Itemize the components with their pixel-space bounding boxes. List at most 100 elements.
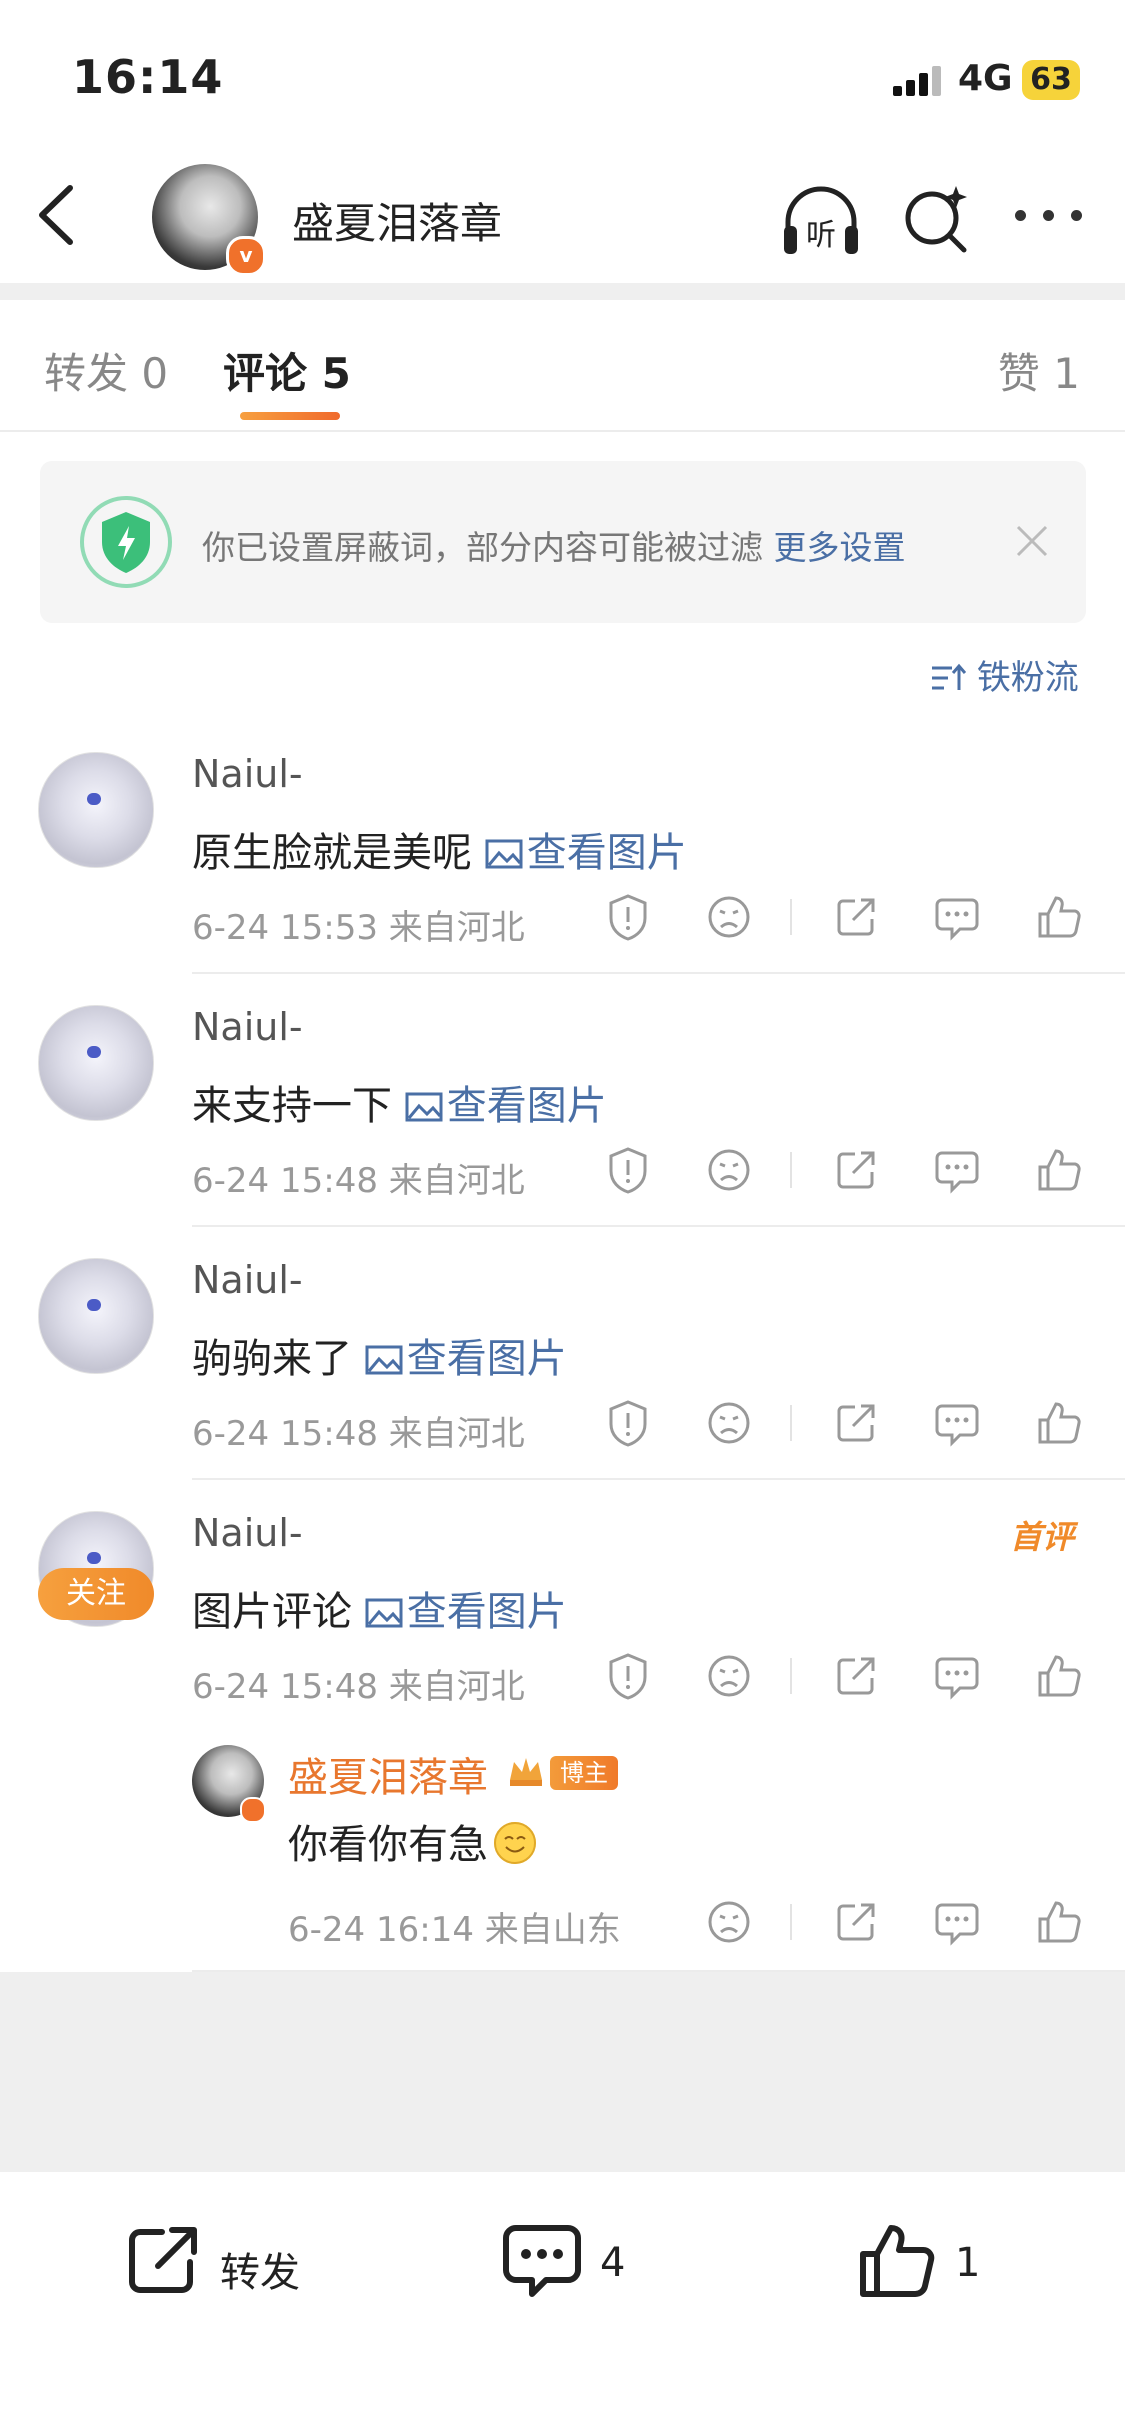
back-arrow-icon[interactable] [28,180,88,250]
commenter-avatar[interactable] [38,1005,154,1121]
action-separator [790,1904,792,1940]
comment-count: 4 [600,2240,626,2286]
battery-indicator: 63 [1022,60,1080,100]
reply-icon[interactable] [932,1398,982,1448]
status-time: 16:14 [72,50,224,104]
tab-comments[interactable]: 评论 5 [223,340,351,401]
active-tab-indicator [240,412,340,420]
filter-notice-banner: 你已设置屏蔽词，部分内容可能被过滤 更多设置 [40,461,1086,623]
reply-author-name[interactable]: 盛夏泪落章 [288,1745,488,1803]
commenter-name[interactable]: Naiul- [192,1258,303,1302]
action-separator [790,1152,792,1188]
comment-actions [0,1646,1125,1706]
commenter-name[interactable]: Naiul- [192,752,303,796]
report-icon[interactable] [603,1145,653,1195]
svg-text:听: 听 [806,218,836,253]
signal-icon [893,66,945,96]
share-icon[interactable] [831,1651,881,1701]
dislike-icon[interactable] [704,1651,754,1701]
commenter-avatar[interactable] [38,1258,154,1374]
share-icon[interactable] [831,892,881,942]
commenter-name[interactable]: Naiul- [192,1005,303,1049]
reply-icon[interactable] [932,1145,982,1195]
commenter-name[interactable]: Naiul- [192,1511,303,1555]
smile-emoji-icon [494,1822,536,1864]
listen-headphones-icon[interactable]: 听 [780,180,862,260]
follow-button[interactable]: 关注 [38,1568,154,1620]
tab-repost[interactable]: 转发 0 [44,340,168,401]
tab-bar: 转发 0 评论 5 赞 1 [0,300,1125,432]
reply-icon[interactable] [932,892,982,942]
comment-actions [0,1140,1125,1200]
host-badge: 博主 [550,1756,618,1790]
view-image-link[interactable]: 查看图片 [485,830,687,876]
report-icon[interactable] [603,1651,653,1701]
repost-button[interactable]: 转发 [122,2220,322,2310]
bottom-action-bar: 转发 4 1 [0,2172,1125,2436]
dislike-icon[interactable] [704,1897,754,1947]
divider [192,1225,1125,1227]
image-icon [365,1345,403,1375]
image-icon [365,1598,403,1628]
repost-label: 转发 [220,2250,300,2296]
crown-icon [510,1758,542,1786]
comment-text: 图片评论 查看图片 [192,1589,567,1635]
like-count: 1 [955,2240,981,2286]
action-separator [790,899,792,935]
like-icon[interactable] [1034,1651,1084,1701]
network-type: 4G [958,58,1013,99]
top-bar: v 盛夏泪落章 听 [0,150,1125,285]
comment-actions [0,1393,1125,1453]
commenter-avatar[interactable] [38,752,154,868]
share-icon[interactable] [831,1398,881,1448]
view-image-link[interactable]: 查看图片 [365,1589,567,1635]
more-options-icon[interactable] [1010,200,1090,230]
like-icon[interactable] [1034,1398,1084,1448]
notice-text: 你已设置屏蔽词，部分内容可能被过滤 更多设置 [202,528,906,567]
verified-badge-icon [240,1797,266,1823]
shield-icon [80,496,172,588]
divider [192,1478,1125,1480]
comment-text: 原生脸就是美呢 查看图片 [192,830,687,876]
reply-icon[interactable] [932,1651,982,1701]
reply-text: 你看你有急 [288,1812,536,1870]
more-settings-link[interactable]: 更多设置 [774,528,906,567]
like-icon[interactable] [1034,1145,1084,1195]
like-icon[interactable] [1034,892,1084,942]
image-icon [485,839,523,869]
section-divider [0,283,1125,300]
dislike-icon[interactable] [704,892,754,942]
search-sparkle-icon[interactable] [900,178,972,258]
action-separator [790,1405,792,1441]
like-icon[interactable] [1034,1897,1084,1947]
action-separator [790,1658,792,1694]
comment-actions [0,887,1125,947]
comment-icon [503,2225,581,2297]
author-name[interactable]: 盛夏泪落章 [292,190,502,251]
verified-badge-icon: v [226,236,266,276]
view-image-link[interactable]: 查看图片 [365,1336,567,1382]
thumbs-up-icon [860,2225,935,2297]
dislike-icon[interactable] [704,1145,754,1195]
divider [192,972,1125,974]
share-icon[interactable] [831,1145,881,1195]
comment-button[interactable]: 4 [500,2220,640,2310]
report-icon[interactable] [603,1398,653,1448]
like-button[interactable]: 1 [855,2220,995,2310]
share-icon[interactable] [831,1897,881,1947]
dislike-icon[interactable] [704,1398,754,1448]
empty-area [0,1972,1125,2172]
tab-likes[interactable]: 赞 1 [998,340,1080,401]
repost-icon [129,2227,197,2293]
close-icon[interactable] [1010,519,1054,563]
view-image-link[interactable]: 查看图片 [405,1083,607,1129]
reply-actions [0,1892,1125,1952]
sort-toggle[interactable]: 铁粉流 [930,650,1079,699]
comment-text: 来支持一下 查看图片 [192,1083,607,1129]
sort-label: 铁粉流 [976,658,1079,698]
first-comment-badge: 首评 [1010,1518,1075,1556]
sort-icon [932,663,967,690]
comment-text: 驹驹来了 查看图片 [192,1336,567,1382]
report-icon[interactable] [603,892,653,942]
reply-icon[interactable] [932,1897,982,1947]
